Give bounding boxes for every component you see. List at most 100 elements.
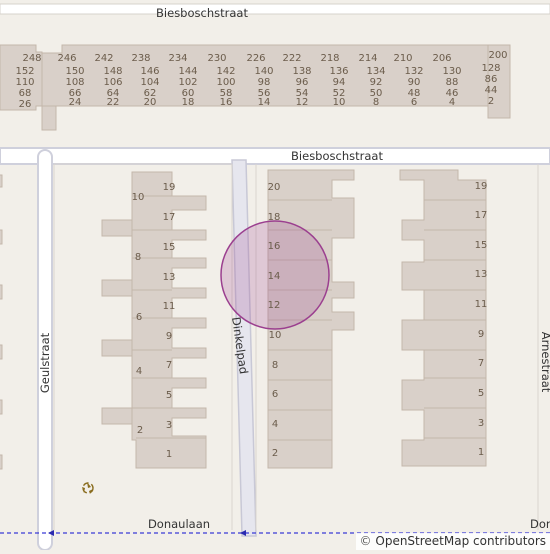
house-number: 9	[166, 331, 172, 342]
house-number: 19	[475, 181, 488, 192]
house-number: 3	[478, 418, 484, 429]
house-number: 10	[132, 192, 145, 203]
house-number: 248	[22, 53, 41, 64]
house-number: 11	[475, 299, 488, 310]
house-number: 88	[446, 77, 459, 88]
house-number: 128	[481, 63, 500, 74]
house-number: 4	[136, 366, 142, 377]
house-number: 2	[137, 425, 143, 436]
house-number: 4	[272, 419, 278, 430]
house-number: 17	[475, 210, 488, 221]
house-number: 18	[268, 212, 281, 223]
house-number: 146	[140, 66, 159, 77]
house-number: 8	[272, 360, 278, 371]
house-number: 144	[178, 66, 197, 77]
house-number: 14	[258, 97, 271, 108]
house-number: 13	[163, 272, 176, 283]
house-number: 108	[65, 77, 84, 88]
house-number: 134	[366, 66, 385, 77]
house-number: 4	[449, 97, 455, 108]
house-number: 1	[478, 447, 484, 458]
house-number: 238	[131, 53, 150, 64]
house-number: 7	[478, 358, 484, 369]
house-number: 98	[258, 77, 271, 88]
house-number: 13	[475, 269, 488, 280]
house-number: 246	[57, 53, 76, 64]
house-number: 18	[182, 97, 195, 108]
house-number: 152	[15, 66, 34, 77]
house-number: 102	[178, 77, 197, 88]
house-number: 234	[168, 53, 187, 64]
map-svg[interactable]: Biesboschstraat Biesboschstraat Geulstra…	[0, 0, 550, 550]
house-number: 6	[272, 389, 278, 400]
house-number: 150	[65, 66, 84, 77]
house-number: 14	[268, 271, 281, 282]
house-number: 24	[69, 97, 82, 108]
house-number: 10	[269, 330, 282, 341]
house-number: 10	[333, 97, 346, 108]
house-number: 68	[19, 88, 32, 99]
attribution-link[interactable]: OpenStreetMap contributors	[375, 534, 546, 548]
house-number: 148	[103, 66, 122, 77]
house-number: 210	[393, 53, 412, 64]
house-number: 130	[442, 66, 461, 77]
house-number: 110	[15, 77, 34, 88]
house-number: 104	[140, 77, 159, 88]
road-biesboschstraat-middle	[0, 148, 550, 164]
house-number: 11	[163, 301, 176, 312]
house-number: 3	[166, 420, 172, 431]
house-number: 20	[268, 182, 281, 193]
street-label-geulstraat: Geulstraat	[38, 332, 52, 393]
house-number: 106	[103, 77, 122, 88]
house-number: 44	[485, 85, 498, 96]
house-number: 136	[329, 66, 348, 77]
house-number: 90	[408, 77, 421, 88]
house-number: 92	[370, 77, 383, 88]
house-number: 12	[268, 300, 281, 311]
house-number: 20	[144, 97, 157, 108]
house-number: 242	[94, 53, 113, 64]
house-number: 132	[404, 66, 423, 77]
map-canvas[interactable]: Biesboschstraat Biesboschstraat Geulstra…	[0, 0, 550, 550]
copyright-symbol: ©	[360, 534, 372, 548]
house-number: 5	[166, 390, 172, 401]
house-number: 16	[268, 241, 281, 252]
house-number: 6	[411, 97, 417, 108]
house-number: 142	[216, 66, 235, 77]
house-number: 16	[220, 97, 233, 108]
house-number: 94	[333, 77, 346, 88]
house-number: 214	[358, 53, 377, 64]
house-number: 206	[432, 53, 451, 64]
house-number: 5	[478, 388, 484, 399]
house-number: 100	[216, 77, 235, 88]
house-number: 218	[320, 53, 339, 64]
street-label-arnestraat: Arnestraat	[539, 332, 550, 393]
house-number: 12	[296, 97, 309, 108]
house-number: 2	[272, 448, 278, 459]
house-number: 19	[163, 182, 176, 193]
house-number: 96	[296, 77, 309, 88]
street-label-biesboschstraat-middle: Biesboschstraat	[291, 149, 383, 163]
house-number: 6	[136, 312, 142, 323]
house-number: 15	[475, 240, 488, 251]
house-number: 222	[282, 53, 301, 64]
map-attribution: © OpenStreetMap contributors	[356, 533, 550, 550]
house-number: 226	[246, 53, 265, 64]
house-number: 1	[166, 449, 172, 460]
house-number: 2	[488, 96, 494, 107]
house-number: 138	[292, 66, 311, 77]
street-label-biesboschstraat-top: Biesboschstraat	[156, 6, 248, 20]
house-number: 86	[485, 74, 498, 85]
house-number: 22	[107, 97, 120, 108]
road-biesboschstraat-top	[0, 4, 550, 14]
street-label-don: Don	[530, 517, 550, 531]
house-number: 7	[166, 360, 172, 371]
house-number: 15	[163, 242, 176, 253]
house-number: 230	[207, 53, 226, 64]
house-number: 140	[254, 66, 273, 77]
house-number: 26	[19, 99, 32, 110]
house-number: 200	[488, 50, 507, 61]
house-number: 9	[478, 329, 484, 340]
house-number: 8	[135, 252, 141, 263]
street-label-donaulaan: Donaulaan	[148, 517, 210, 531]
